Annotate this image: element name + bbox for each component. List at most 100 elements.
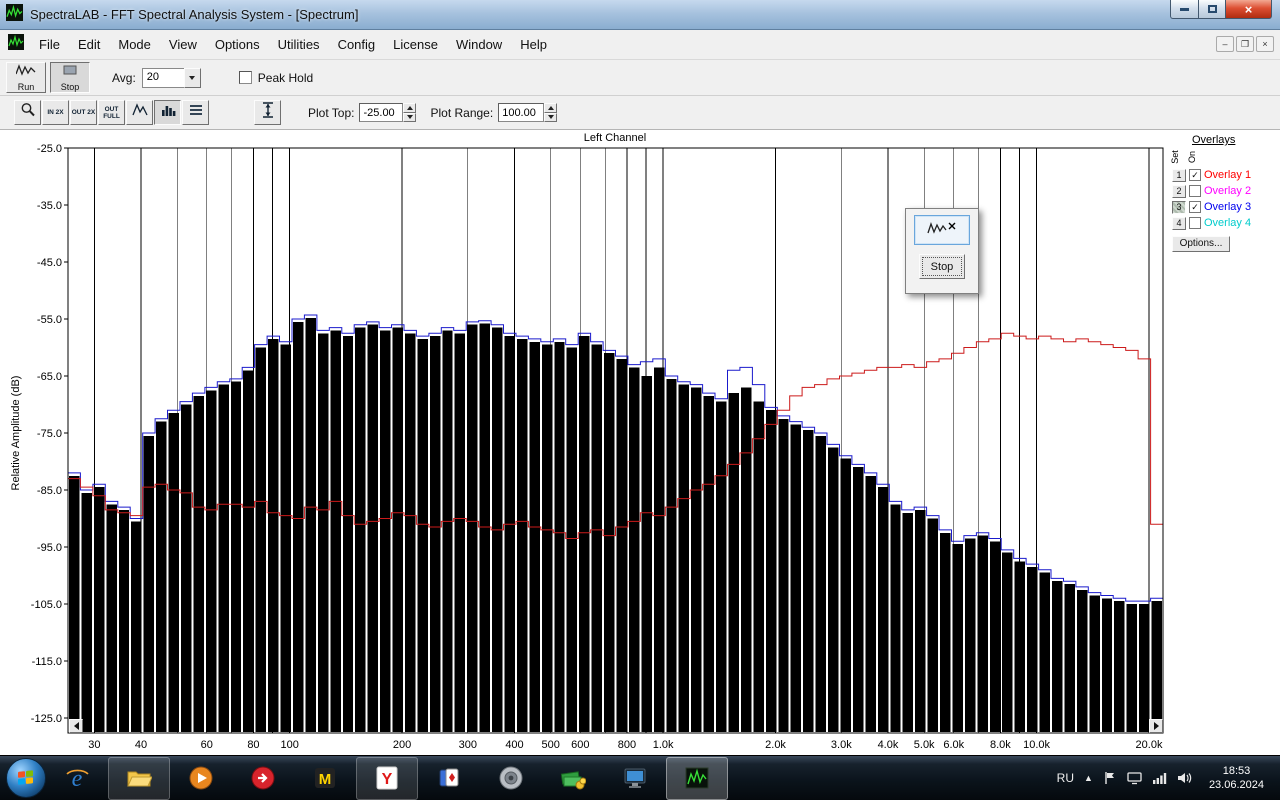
svg-text:500: 500 [542,739,560,751]
plot-top-spinner[interactable] [403,103,417,122]
taskbar-m-app-icon[interactable]: M [294,757,356,800]
svg-text:2.0k: 2.0k [765,739,786,751]
overlay-2-label[interactable]: Overlay 2 [1204,185,1251,197]
tray-flag-icon[interactable] [1103,771,1117,785]
menu-edit[interactable]: Edit [69,33,109,56]
line-display-button[interactable] [182,100,209,125]
taskbar-cards-game-icon[interactable] [418,757,480,800]
plot-top-label: Plot Top: [308,105,355,120]
overlay-3-set-button[interactable]: 3 [1172,200,1186,214]
svg-text:Y: Y [382,771,393,788]
overlay-row-1: 1 ✓ Overlay 1 [1172,168,1251,182]
menu-bar: File Edit Mode View Options Utilities Co… [0,30,1280,60]
overlay-4-checkbox[interactable] [1189,217,1201,229]
overlay-3-checkbox[interactable]: ✓ [1189,201,1201,213]
menu-options[interactable]: Options [206,33,269,56]
svg-text:400: 400 [505,739,523,751]
avg-dropdown-arrow-icon[interactable] [183,67,201,88]
menu-utilities[interactable]: Utilities [269,33,329,56]
menu-license[interactable]: License [384,33,447,56]
mdi-restore-button[interactable]: ❐ [1236,36,1254,52]
taskbar-media-player-icon[interactable] [170,757,232,800]
mini-control-panel: Stop [905,208,979,294]
document-icon [8,34,24,55]
tray-display-icon[interactable] [1127,771,1142,785]
svg-text:8.0k: 8.0k [990,739,1011,751]
svg-text:200: 200 [393,739,411,751]
overlay-4-label[interactable]: Overlay 4 [1204,217,1251,229]
menu-help[interactable]: Help [511,33,556,56]
taskbar-speaker-app-icon[interactable] [480,757,542,800]
language-indicator[interactable]: RU [1057,771,1074,785]
start-button[interactable] [6,758,46,798]
bar-display-button[interactable] [154,100,181,125]
taskbar-ie-icon[interactable]: e [46,757,108,800]
overlay-1-set-button[interactable]: 1 [1172,168,1186,182]
svg-text:100: 100 [280,739,298,751]
stop-display-icon [60,63,80,81]
overlays-options-button[interactable]: Options... [1172,236,1230,252]
minimize-button[interactable] [1170,0,1199,19]
taskbar-red-circle-app-icon[interactable] [232,757,294,800]
svg-text:6.0k: 6.0k [943,739,964,751]
taskbar-explorer-icon[interactable] [108,756,170,800]
menu-window[interactable]: Window [447,33,511,56]
svg-text:40: 40 [135,739,147,751]
avg-value: 20 [141,67,184,88]
overlay-2-checkbox[interactable] [1189,185,1201,197]
mdi-close-button[interactable]: × [1256,36,1274,52]
maximize-button[interactable] [1199,0,1226,19]
scroll-right-button[interactable] [1149,719,1163,733]
taskbar-yandex-browser-icon[interactable]: Y [356,756,418,800]
vertical-scale-button[interactable] [254,100,281,125]
mini-wave-button[interactable] [914,215,970,245]
svg-text:-35.0: -35.0 [37,200,62,212]
magnifier-icon [20,102,36,123]
zoom-out-full-button[interactable]: OUT FULL [98,100,125,125]
zoom-in-2x-button[interactable]: IN 2X [42,100,69,125]
taskbar: e M Y RU ▲ 18:53 23.06.2024 [0,755,1280,800]
menu-config[interactable]: Config [329,33,385,56]
peak-curve-button[interactable] [126,100,153,125]
menu-view[interactable]: View [160,33,206,56]
avg-label: Avg: [112,70,136,85]
mini-stop-button[interactable]: Stop [919,254,965,279]
overlay-row-2: 2 Overlay 2 [1172,184,1251,198]
taskbar-clock[interactable]: 18:53 23.06.2024 [1203,762,1270,794]
menu-mode[interactable]: Mode [109,33,160,56]
taskbar-spectralab-icon[interactable] [666,756,728,800]
mdi-minimize-button[interactable]: – [1216,36,1234,52]
svg-text:30: 30 [88,739,100,751]
stop-button[interactable]: Stop [50,62,90,93]
zoom-out-2x-button[interactable]: OUT 2X [70,100,97,125]
plot-range-spinner[interactable] [544,103,558,122]
overlay-3-label[interactable]: Overlay 3 [1204,201,1251,213]
plot-range-label: Plot Range: [430,105,494,120]
main-toolbar: Run Stop Avg: 20 Peak Hold [0,60,1280,96]
overlay-1-checkbox[interactable]: ✓ [1189,169,1201,181]
svg-text:-75.0: -75.0 [37,428,62,440]
tray-volume-icon[interactable] [1177,771,1193,785]
plot-toolbar: IN 2X OUT 2X OUT FULL Plot Top: Plot Ran… [0,96,1280,130]
tray-expand-icon[interactable]: ▲ [1084,773,1093,783]
taskbar-money-app-icon[interactable] [542,757,604,800]
overlay-2-set-button[interactable]: 2 [1172,184,1186,198]
waveform-cursor-icon [925,220,959,241]
svg-text:-125.0: -125.0 [31,713,62,725]
avg-combobox[interactable]: 20 [141,67,201,88]
taskbar-computer-icon[interactable] [604,757,666,800]
plot-range-input[interactable] [498,103,545,122]
plot-top-input[interactable] [359,103,404,122]
overlay-4-set-button[interactable]: 4 [1172,216,1186,230]
svg-text:80: 80 [247,739,259,751]
scroll-left-button[interactable] [69,719,83,733]
overlay-1-label[interactable]: Overlay 1 [1204,169,1251,181]
tray-network-icon[interactable] [1152,771,1167,785]
peak-hold-checkbox[interactable] [238,71,252,84]
spectrum-view: Left Channel Relative Amplitude (dB) -25… [0,130,1280,755]
overlays-on-header: On [1187,150,1198,164]
menu-file[interactable]: File [30,33,69,56]
zoom-button[interactable] [14,100,41,125]
run-button[interactable]: Run [6,62,46,93]
close-button[interactable]: × [1226,0,1272,19]
